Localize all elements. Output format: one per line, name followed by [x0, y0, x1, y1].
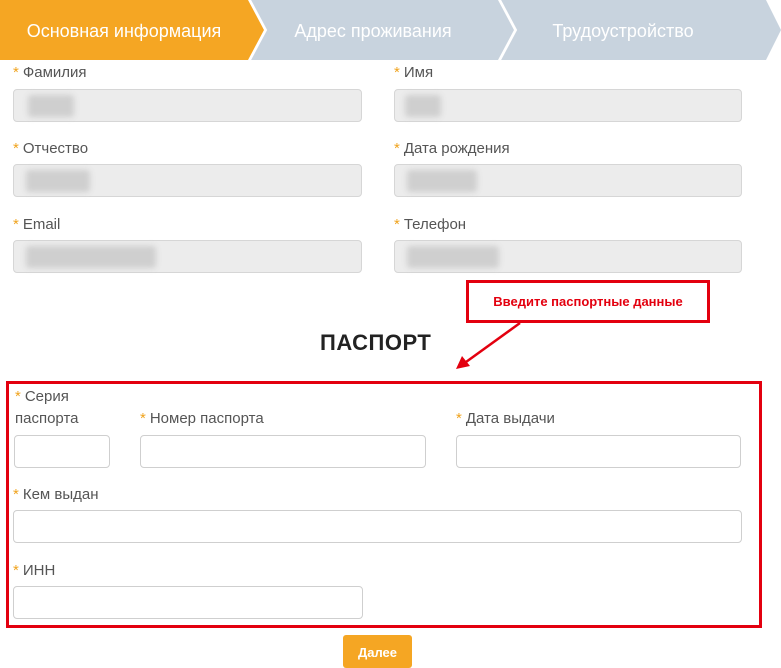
- required-star: *: [13, 486, 19, 503]
- annotation-callout: Введите паспортные данные: [466, 280, 710, 323]
- step-employment[interactable]: Трудоустройство: [512, 0, 734, 60]
- wizard-steps: Основная информация Адрес проживания Тру…: [0, 0, 781, 60]
- redacted-value: [28, 94, 74, 117]
- step-main-info[interactable]: Основная информация: [0, 0, 248, 60]
- issue-date-field[interactable]: [456, 435, 741, 468]
- birth-date-label: * Дата рождения: [394, 140, 510, 157]
- redacted-value: [26, 245, 156, 268]
- step-address[interactable]: Адрес проживания: [262, 0, 484, 60]
- required-star: *: [13, 562, 19, 579]
- phone-field[interactable]: [394, 240, 742, 273]
- required-star: *: [13, 140, 19, 157]
- required-star: *: [456, 410, 462, 427]
- inn-field[interactable]: [13, 586, 363, 619]
- passport-number-label: * Номер паспорта: [140, 410, 264, 427]
- passport-series-field[interactable]: [14, 435, 110, 468]
- middle-name-label: * Отчество: [13, 140, 89, 157]
- required-star: *: [13, 64, 19, 81]
- first-name-label: * Имя: [394, 64, 434, 81]
- series-label-line2: паспорта: [15, 410, 79, 427]
- redacted-value: [407, 169, 477, 192]
- required-star: *: [394, 64, 400, 81]
- issue-date-label: * Дата выдачи: [456, 410, 555, 427]
- phone-label: * Телефон: [394, 216, 467, 233]
- last-name-label: * Фамилия: [13, 64, 87, 81]
- first-name-field[interactable]: [394, 89, 742, 122]
- passport-title: ПАСПОРТ: [320, 330, 432, 355]
- arrow-shaft: [465, 321, 521, 364]
- required-star: *: [394, 216, 400, 233]
- passport-number-field[interactable]: [140, 435, 426, 468]
- inn-label: * ИНН: [13, 562, 56, 579]
- redacted-value: [26, 169, 90, 192]
- redacted-value: [405, 94, 441, 117]
- email-field[interactable]: [13, 240, 362, 273]
- issued-by-label: * Кем выдан: [13, 486, 99, 503]
- required-star: *: [13, 216, 19, 233]
- required-star: *: [15, 388, 21, 405]
- birth-date-field[interactable]: [394, 164, 742, 197]
- next-button[interactable]: Далее: [343, 635, 412, 668]
- last-name-field[interactable]: [13, 89, 362, 122]
- email-label: * Email: [13, 216, 61, 233]
- middle-name-field[interactable]: [13, 164, 362, 197]
- arrow-head: [456, 356, 470, 369]
- required-star: *: [394, 140, 400, 157]
- annotation-text: Введите паспортные данные: [493, 294, 683, 309]
- redacted-value: [407, 245, 499, 268]
- series-label: * Серия: [15, 388, 69, 405]
- required-star: *: [140, 410, 146, 427]
- issued-by-field[interactable]: [13, 510, 742, 543]
